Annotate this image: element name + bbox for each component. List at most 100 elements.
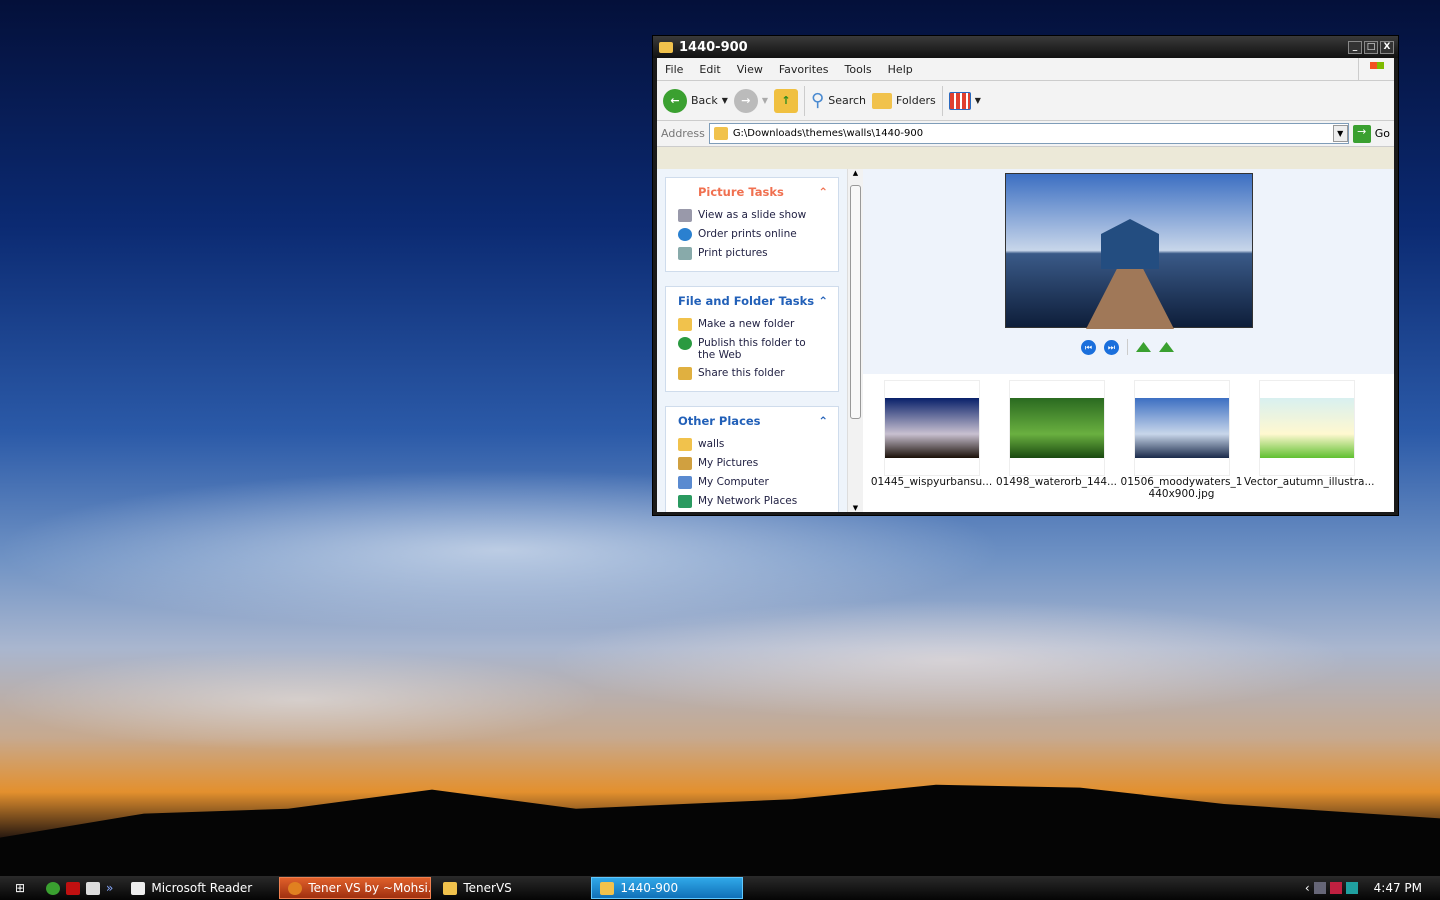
collapse-chevron-icon[interactable]: ⌃: [818, 294, 828, 308]
task-1440-900[interactable]: 1440-900: [591, 877, 744, 899]
panel-header[interactable]: Other Places ⌃: [666, 407, 838, 435]
task-label: Publish this folder to the Web: [698, 337, 806, 361]
taskbar: ⊞ » Microsoft Reader Tener VS by ~Mohsi.…: [0, 876, 1440, 900]
computer-icon: [678, 476, 692, 489]
picture-tasks-panel: Picture Tasks ⌃ View as a slide show Orde…: [665, 177, 839, 272]
task-slideshow[interactable]: View as a slide show: [666, 206, 838, 225]
task-firefox[interactable]: Tener VS by ~Mohsi...: [279, 877, 432, 899]
title-bar[interactable]: 1440-900 _ □ X: [653, 36, 1398, 58]
task-order-prints[interactable]: Order prints online: [666, 225, 838, 244]
filmstrip-view: ⏮ ⏭ 01445_wispyurbansu... 01498_waterorb…: [863, 169, 1394, 512]
task-label: Make a new folder: [698, 318, 795, 330]
back-button[interactable]: ← Back ▼: [663, 88, 728, 113]
thumbnail-item[interactable]: 01506_moodywaters_1440x900.jpg: [1119, 380, 1244, 500]
menu-tools[interactable]: Tools: [837, 63, 880, 76]
menu-edit[interactable]: Edit: [691, 63, 728, 76]
thumbnail-item[interactable]: Vector_autumn_illustra...: [1244, 380, 1375, 500]
panel-header[interactable]: Picture Tasks ⌃: [666, 178, 838, 206]
go-arrow-icon[interactable]: →: [1352, 124, 1371, 143]
thumbnail-image: [884, 398, 979, 458]
forward-button[interactable]: → ▼: [733, 88, 768, 113]
search-label: Search: [828, 94, 867, 107]
file-name: 01506_moodywaters_1440x900.jpg: [1120, 476, 1243, 500]
place-walls[interactable]: walls: [666, 435, 838, 454]
place-network[interactable]: My Network Places: [666, 492, 838, 511]
maximize-button[interactable]: □: [1364, 40, 1378, 54]
thumbnail-image: [1134, 398, 1229, 458]
folder-icon: [600, 881, 615, 895]
quicklaunch-app-icon[interactable]: [86, 881, 100, 895]
folders-label: Folders: [896, 94, 936, 107]
up-folder-icon[interactable]: ↑: [774, 88, 799, 113]
network-icon: [678, 495, 692, 508]
tray-app-icon[interactable]: [1345, 882, 1358, 894]
back-arrow-icon: ←: [663, 88, 687, 113]
views-button[interactable]: ▼: [948, 91, 981, 110]
task-tenervs[interactable]: TenerVS: [435, 877, 587, 899]
start-button[interactable]: ⊞: [0, 881, 40, 895]
forward-arrow-icon: →: [733, 88, 758, 113]
new-folder-icon: [678, 318, 692, 331]
menu-favorites[interactable]: Favorites: [771, 63, 837, 76]
search-icon: ⚲: [811, 90, 825, 111]
menu-view[interactable]: View: [729, 63, 771, 76]
scroll-up-icon[interactable]: ▲: [848, 169, 863, 177]
folder-icon: [659, 41, 673, 53]
place-label: My Computer: [698, 476, 769, 488]
file-folder-tasks-panel: File and Folder Tasks ⌃ Make a new folder…: [665, 286, 839, 392]
task-pane-scrollbar[interactable]: ▲ ▼: [847, 169, 863, 512]
file-name: Vector_autumn_illustra...: [1244, 476, 1375, 488]
panel-header[interactable]: File and Folder Tasks ⌃: [666, 287, 838, 315]
task-publish[interactable]: Publish this folder to the Web: [666, 334, 838, 364]
search-button[interactable]: ⚲ Search: [811, 90, 866, 111]
panel-title: Other Places: [678, 414, 761, 428]
close-button[interactable]: X: [1380, 40, 1394, 54]
thumbnail-item[interactable]: 01498_waterorb_144...: [994, 380, 1119, 500]
publish-web-icon: [678, 337, 692, 350]
file-name: 01498_waterorb_144...: [995, 476, 1118, 488]
task-microsoft-reader[interactable]: Microsoft Reader: [123, 877, 275, 899]
scroll-down-icon[interactable]: ▼: [848, 504, 863, 512]
tray-app-icon[interactable]: [1329, 882, 1342, 894]
tray-expand-icon[interactable]: ‹: [1305, 881, 1310, 895]
task-new-folder[interactable]: Make a new folder: [666, 315, 838, 334]
task-print[interactable]: Print pictures: [666, 244, 838, 263]
acrobat-icon[interactable]: [66, 881, 80, 895]
address-dropdown[interactable]: ▼: [1332, 125, 1348, 142]
reader-icon: [131, 881, 146, 895]
back-label: Back: [691, 94, 718, 107]
panel-title: File and Folder Tasks: [678, 294, 815, 308]
task-share[interactable]: Share this folder: [666, 364, 838, 383]
address-label: Address: [661, 127, 705, 140]
place-my-computer[interactable]: My Computer: [666, 473, 838, 492]
rotate-clockwise-icon[interactable]: [1136, 342, 1151, 352]
task-label: Print pictures: [698, 247, 768, 259]
preview-area: ⏮ ⏭: [863, 169, 1394, 374]
folder-icon: [678, 438, 692, 451]
minimize-button[interactable]: _: [1348, 40, 1362, 54]
place-my-pictures[interactable]: My Pictures: [666, 454, 838, 473]
slideshow-icon: [678, 209, 692, 222]
thumbnail-image: [1259, 398, 1354, 458]
folders-button[interactable]: Folders: [872, 92, 936, 109]
previous-image-button[interactable]: ⏮: [1081, 339, 1096, 355]
go-button[interactable]: Go: [1375, 127, 1390, 140]
menu-help[interactable]: Help: [880, 63, 921, 76]
explorer-window: 1440-900 _ □ X File Edit View Favorites …: [652, 35, 1399, 516]
utorrent-icon[interactable]: [46, 881, 60, 895]
clock[interactable]: 4:47 PM: [1374, 881, 1422, 895]
my-pictures-icon: [678, 457, 692, 470]
panel-title: Picture Tasks: [698, 185, 784, 199]
rotate-counterclockwise-icon[interactable]: [1159, 342, 1174, 352]
address-input[interactable]: G:\Downloads\themes\walls\1440-900 ▼: [708, 123, 1349, 144]
scroll-thumb[interactable]: [850, 185, 861, 419]
task-label: Microsoft Reader: [151, 881, 253, 895]
next-image-button[interactable]: ⏭: [1104, 339, 1119, 355]
thumbnail-item[interactable]: 01445_wispyurbansu...: [869, 380, 994, 500]
task-label: View as a slide show: [698, 209, 807, 221]
collapse-chevron-icon[interactable]: ⌃: [818, 185, 828, 199]
quicklaunch-more[interactable]: »: [106, 881, 113, 895]
collapse-chevron-icon[interactable]: ⌃: [818, 414, 828, 428]
network-tray-icon[interactable]: [1313, 882, 1326, 894]
menu-file[interactable]: File: [657, 63, 691, 76]
